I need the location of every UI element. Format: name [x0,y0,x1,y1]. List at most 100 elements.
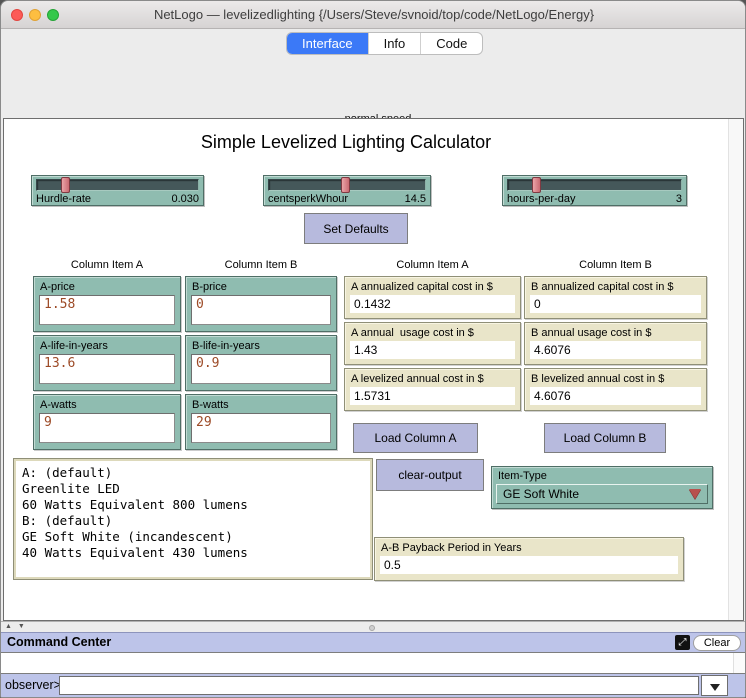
chooser-arrow-icon [689,489,701,499]
splitter-collapse-icons[interactable]: ▲ ▼ [5,623,27,630]
slider-hours-per-day[interactable]: hours-per-day 3 [502,175,687,206]
slider-handle[interactable] [532,177,541,193]
slider-track [268,179,426,191]
monitor-value: 0.1432 [350,295,515,313]
window-title: NetLogo — levelizedlighting {/Users/Stev… [71,1,677,29]
item-type-chooser[interactable]: Item-Type GE Soft White [491,466,713,509]
zoom-window-icon[interactable] [47,9,59,21]
monitor-label: A annualized capital cost in $ [345,277,520,294]
load-column-b-button[interactable]: Load Column B [544,423,666,453]
monitor-column-b-header: Column Item B [524,259,707,271]
monitor-value: 4.6076 [530,387,701,405]
clear-button[interactable]: Clear [693,635,741,651]
monitor-column-a-header: Column Item A [344,259,521,271]
close-window-icon[interactable] [11,9,23,21]
command-output-scrollbar[interactable] [733,653,745,673]
title-bar: NetLogo — levelizedlighting {/Users/Stev… [1,1,746,29]
slider-name: hours-per-day [507,193,575,205]
command-center-header: Command Center ⤢ Clear [1,632,746,652]
output-line: GE Soft White (incandescent) [22,529,364,545]
main-vertical-scrollbar[interactable] [728,119,743,620]
load-column-a-button[interactable]: Load Column A [353,423,478,453]
output-area: A: (default) Greenlite LED 60 Watts Equi… [13,458,373,580]
netlogo-window: NetLogo — levelizedlighting {/Users/Stev… [0,0,746,698]
monitor-label: B levelized annual cost in $ [525,369,706,386]
monitor-label: A-B Payback Period in Years [375,538,683,555]
input-label: B-watts [186,395,336,413]
set-defaults-button[interactable]: Set Defaults [304,213,408,244]
monitor-value: 1.5731 [350,387,515,405]
slider-track [36,179,199,191]
tab-interface[interactable]: Interface [287,33,369,54]
input-b-watts: B-watts 29 [185,394,337,450]
monitor-value: 1.43 [350,341,515,359]
chooser-label: Item-Type [492,467,712,484]
input-field[interactable]: 0.9 [191,354,331,384]
command-center-title: Command Center [7,635,111,649]
slider-name: Hurdle-rate [36,193,91,205]
slider-value: 0.030 [171,193,199,205]
slider-handle[interactable] [341,177,350,193]
monitor-label: A annual usage cost in $ [345,323,520,340]
monitor-value: 4.6076 [530,341,701,359]
input-column-a-header: Column Item A [33,259,181,271]
toolbar: ✎ Edit Delete + Add abc Button ▼ normal … [1,56,746,118]
input-label: B-life-in-years [186,336,336,354]
input-b-price: B-price 0 [185,276,337,332]
input-field[interactable]: 29 [191,413,331,443]
slider-handle[interactable] [61,177,70,193]
clear-output-button[interactable]: clear-output [376,459,484,491]
monitor-label: B annualized capital cost in $ [525,277,706,294]
output-line: B: (default) [22,513,364,529]
slider-track [507,179,682,191]
slider-hurdle-rate[interactable]: Hurdle-rate 0.030 [31,175,204,206]
chevron-down-icon [710,684,720,691]
input-field[interactable]: 1.58 [39,295,175,325]
input-b-life-in-years: B-life-in-years 0.9 [185,335,337,391]
monitor-label: B annual usage cost in $ [525,323,706,340]
input-field[interactable]: 9 [39,413,175,443]
chooser-value: GE Soft White [503,487,579,501]
tab-bar: Interface Info Code [286,32,483,55]
minimize-window-icon[interactable] [29,9,41,21]
input-a-watts: A-watts 9 [33,394,181,450]
input-label: A-life-in-years [34,336,180,354]
output-line: 40 Watts Equivalent 430 lumens [22,545,364,561]
output-line: Greenlite LED [22,481,364,497]
input-label: B-price [186,277,336,295]
command-history-button[interactable] [701,675,728,696]
monitor-value: 0.5 [380,556,678,574]
monitor-a-annual-usage: A annual usage cost in $ 1.43 [344,322,521,365]
input-field[interactable]: 13.6 [39,354,175,384]
slider-centsperkwhour[interactable]: centsperkWhour 14.5 [263,175,431,206]
input-label: A-price [34,277,180,295]
slider-name: centsperkWhour [268,193,348,205]
input-a-life-in-years: A-life-in-years 13.6 [33,335,181,391]
chooser-dropdown[interactable]: GE Soft White [496,484,708,504]
monitor-payback-period: A-B Payback Period in Years 0.5 [374,537,684,581]
page-title: Simple Levelized Lighting Calculator [1,132,691,153]
expand-icon[interactable]: ⤢ [675,635,690,650]
monitor-label: A levelized annual cost in $ [345,369,520,386]
monitor-b-annualized-capital: B annualized capital cost in $ 0 [524,276,707,319]
monitor-b-annual-usage: B annual usage cost in $ 4.6076 [524,322,707,365]
command-input[interactable] [59,676,699,695]
tab-info[interactable]: Info [369,33,422,54]
splitter-grip-icon [369,625,375,631]
monitor-b-levelized-annual: B levelized annual cost in $ 4.6076 [524,368,707,411]
output-line: A: (default) [22,465,364,481]
monitor-a-annualized-capital: A annualized capital cost in $ 0.1432 [344,276,521,319]
monitor-a-levelized-annual: A levelized annual cost in $ 1.5731 [344,368,521,411]
command-center-splitter[interactable]: ▲ ▼ [1,621,746,632]
input-a-price: A-price 1.58 [33,276,181,332]
slider-value: 14.5 [405,193,426,205]
tab-code[interactable]: Code [421,33,482,54]
slider-value: 3 [676,193,682,205]
input-label: A-watts [34,395,180,413]
monitor-value: 0 [530,295,701,313]
output-line: 60 Watts Equivalent 800 lumens [22,497,364,513]
input-field[interactable]: 0 [191,295,331,325]
command-center-output [1,652,746,674]
input-column-b-header: Column Item B [185,259,337,271]
command-prompt-row: observer> [1,674,746,697]
